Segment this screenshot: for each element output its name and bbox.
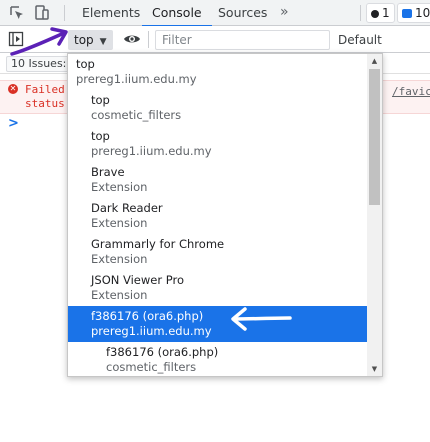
- toolbar-separator: [148, 31, 149, 48]
- context-origin: Extension: [91, 180, 148, 194]
- issues-button[interactable]: 10 Issues:: [6, 56, 72, 72]
- scroll-up-icon[interactable]: ▲: [367, 54, 382, 68]
- context-menu-item[interactable]: top cosmetic_filters: [68, 90, 367, 126]
- context-origin: cosmetic_filters: [106, 360, 197, 374]
- message-icon: [402, 9, 412, 18]
- live-expression-eye-icon[interactable]: [123, 32, 141, 46]
- context-origin: Extension: [91, 288, 148, 302]
- context-menu-item[interactable]: f386176 (ora6.php) prereg1.iium.edu.my: [68, 306, 367, 342]
- context-origin: prereg1.iium.edu.my: [91, 324, 212, 338]
- context-origin: cosmetic_filters: [91, 108, 182, 122]
- context-name: Grammarly for Chrome: [91, 237, 225, 251]
- tab-elements[interactable]: Elements: [72, 0, 150, 26]
- context-menu-item[interactable]: Grammarly for Chrome Extension: [68, 234, 367, 270]
- scrollbar-thumb[interactable]: [369, 69, 380, 205]
- error-dot-icon: [371, 9, 379, 18]
- context-menu-item[interactable]: f386176 (ora6.php) cosmetic_filters: [68, 342, 367, 376]
- error-icon: ✕: [8, 84, 18, 94]
- context-name: top: [91, 129, 110, 143]
- error-text: Failed status: [25, 83, 65, 111]
- context-name: JSON Viewer Pro: [91, 273, 184, 287]
- console-toolbar: top ▼ Filter Default levels▼: [0, 26, 430, 67]
- tab-sources[interactable]: Sources: [208, 0, 277, 26]
- context-menu-item[interactable]: Brave Extension: [68, 162, 367, 198]
- filter-input[interactable]: Filter: [155, 30, 330, 50]
- error-text-line: Failed: [25, 83, 65, 96]
- inspect-element-icon[interactable]: [8, 4, 26, 22]
- device-toolbar-icon[interactable]: [33, 4, 51, 22]
- context-origin: Extension: [91, 252, 148, 266]
- context-name: f386176 (ora6.php): [106, 345, 219, 359]
- context-menu-item[interactable]: JSON Viewer Pro Extension: [68, 270, 367, 306]
- messages-badge[interactable]: 10: [397, 3, 430, 23]
- tab-console[interactable]: Console: [142, 0, 212, 27]
- error-source-link[interactable]: /favic: [392, 85, 430, 98]
- context-menu-item[interactable]: top prereg1.iium.edu.my: [68, 126, 367, 162]
- toolbar-separator: [360, 5, 361, 21]
- context-origin: Extension: [91, 216, 148, 230]
- chevron-down-icon: ▼: [99, 37, 107, 47]
- context-name: Brave: [91, 165, 125, 179]
- errors-badge[interactable]: 1: [366, 3, 395, 23]
- errors-count: 1: [382, 6, 390, 20]
- sidebar-toggle-icon[interactable]: [8, 31, 24, 47]
- context-menu-item[interactable]: Dark Reader Extension: [68, 198, 367, 234]
- javascript-context-menu: top prereg1.iium.edu.my top cosmetic_filter…: [67, 53, 383, 377]
- error-text-line: status: [25, 97, 65, 110]
- more-tabs-button[interactable]: »: [280, 0, 289, 26]
- javascript-context-select[interactable]: top ▼: [68, 30, 113, 50]
- context-name: f386176 (ora6.php): [91, 309, 204, 323]
- menu-scrollbar[interactable]: ▲ ▼: [367, 54, 382, 376]
- messages-count: 10: [415, 6, 430, 20]
- context-name: top: [76, 57, 95, 71]
- context-name: Dark Reader: [91, 201, 163, 215]
- context-select-value: top: [74, 33, 94, 47]
- devtools-tabbar: Elements Console Sources » 1 10: [0, 0, 430, 27]
- context-origin: prereg1.iium.edu.my: [76, 72, 197, 86]
- toolbar-separator: [64, 5, 65, 21]
- context-name: top: [91, 93, 110, 107]
- context-menu-item[interactable]: top prereg1.iium.edu.my: [68, 54, 367, 90]
- filter-placeholder: Filter: [162, 33, 192, 47]
- scroll-down-icon[interactable]: ▼: [367, 362, 382, 376]
- console-prompt-icon[interactable]: >: [8, 116, 19, 131]
- context-origin: prereg1.iium.edu.my: [91, 144, 212, 158]
- log-levels-select[interactable]: Default levels▼: [338, 30, 430, 67]
